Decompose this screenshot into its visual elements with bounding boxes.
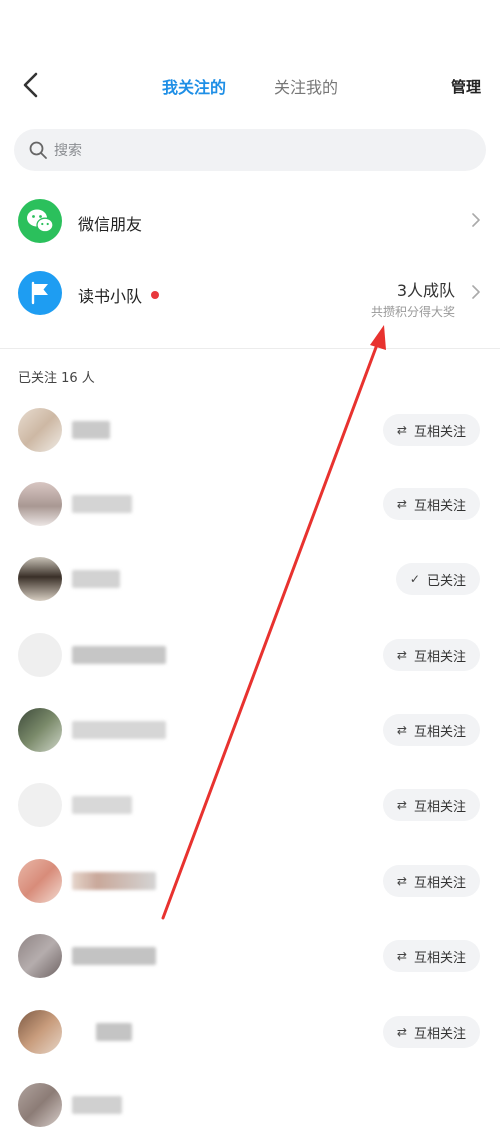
chevron-right-icon — [472, 285, 480, 299]
user-row[interactable]: ⇄ 互相关注 — [0, 618, 500, 692]
reading-team-label: 读书小队 — [78, 287, 143, 306]
user-row[interactable]: ✓ 已关注 — [0, 542, 500, 616]
follow-button-label: 互相关注 — [413, 724, 466, 740]
top-bar: 我关注的 关注我的 管理 — [0, 60, 500, 110]
swap-icon: ⇄ — [396, 423, 407, 437]
user-row[interactable]: ⇄ 互相关注 — [0, 693, 500, 767]
blurred-username — [72, 495, 132, 513]
blurred-username — [72, 570, 120, 588]
blurred-username — [96, 1023, 132, 1041]
follow-button-label: 互相关注 — [413, 649, 466, 665]
notification-dot — [151, 291, 159, 299]
mutual-follow-button[interactable]: ⇄ 互相关注 — [382, 789, 480, 821]
blurred-username — [72, 646, 166, 664]
swap-icon: ⇄ — [396, 648, 407, 662]
mutual-follow-button[interactable]: ⇄ 互相关注 — [382, 714, 480, 746]
follow-button-label: 互相关注 — [413, 498, 466, 514]
user-row[interactable]: ⇄ 互相关注 — [0, 995, 500, 1069]
tab-followers[interactable]: 关注我的 — [274, 74, 338, 98]
swap-icon: ⇄ — [396, 949, 407, 963]
user-row[interactable]: ⇄ 互相关注 — [0, 919, 500, 993]
wechat-friends-item[interactable]: 微信朋友 — [0, 186, 500, 256]
followed-button[interactable]: ✓ 已关注 — [395, 563, 480, 595]
swap-icon: ⇄ — [396, 798, 407, 812]
user-row[interactable]: ⇄ 互相关注 — [0, 768, 500, 842]
follow-button-label: 互相关注 — [413, 950, 466, 966]
team-count-label: 3人成队 — [396, 281, 455, 300]
section-divider — [0, 348, 500, 349]
search-input[interactable]: 搜索 — [14, 129, 486, 171]
follow-button-label: 互相关注 — [413, 1026, 466, 1042]
flag-icon — [18, 271, 62, 315]
chevron-left-icon[interactable] — [18, 70, 48, 100]
blurred-username — [72, 872, 156, 890]
avatar — [18, 783, 62, 827]
blurred-username — [72, 421, 110, 439]
mutual-follow-button[interactable]: ⇄ 互相关注 — [382, 639, 480, 671]
tab-following[interactable]: 我关注的 — [162, 74, 226, 98]
mutual-follow-button[interactable]: ⇄ 互相关注 — [382, 414, 480, 446]
follow-button-label: 已关注 — [426, 573, 466, 589]
check-icon: ✓ — [409, 572, 420, 586]
wechat-friends-label: 微信朋友 — [78, 215, 143, 234]
wechat-icon — [18, 199, 62, 243]
blurred-username — [72, 721, 166, 739]
blurred-username — [72, 796, 132, 814]
avatar — [18, 1010, 62, 1054]
chevron-right-icon — [472, 213, 480, 227]
avatar — [18, 557, 62, 601]
swap-icon: ⇄ — [396, 874, 407, 888]
avatar — [18, 482, 62, 526]
blurred-username — [72, 947, 156, 965]
avatar — [18, 859, 62, 903]
mutual-follow-button[interactable]: ⇄ 互相关注 — [382, 940, 480, 972]
follow-button-label: 互相关注 — [413, 424, 466, 440]
manage-button[interactable]: 管理 — [451, 76, 481, 97]
mutual-follow-button[interactable]: ⇄ 互相关注 — [382, 488, 480, 520]
mutual-follow-button[interactable]: ⇄ 互相关注 — [382, 1016, 480, 1048]
search-icon — [29, 141, 47, 159]
blurred-username — [72, 1096, 122, 1114]
avatar — [18, 633, 62, 677]
follow-button-label: 互相关注 — [413, 799, 466, 815]
avatar — [18, 408, 62, 452]
avatar — [18, 1083, 62, 1127]
user-row[interactable] — [0, 1068, 500, 1142]
user-row[interactable]: ⇄ 互相关注 — [0, 393, 500, 467]
user-row[interactable]: ⇄ 互相关注 — [0, 467, 500, 541]
swap-icon: ⇄ — [396, 723, 407, 737]
team-sub-label: 共攒积分得大奖 — [370, 305, 455, 319]
user-row[interactable]: ⇄ 互相关注 — [0, 844, 500, 918]
swap-icon: ⇄ — [396, 497, 407, 511]
follow-button-label: 互相关注 — [413, 875, 466, 891]
swap-icon: ⇄ — [396, 1025, 407, 1039]
search-placeholder: 搜索 — [54, 143, 82, 159]
avatar — [18, 708, 62, 752]
avatar — [18, 934, 62, 978]
reading-team-item[interactable]: 读书小队 3人成队 共攒积分得大奖 — [0, 258, 500, 328]
mutual-follow-button[interactable]: ⇄ 互相关注 — [382, 865, 480, 897]
following-count: 已关注 16 人 — [18, 371, 95, 386]
